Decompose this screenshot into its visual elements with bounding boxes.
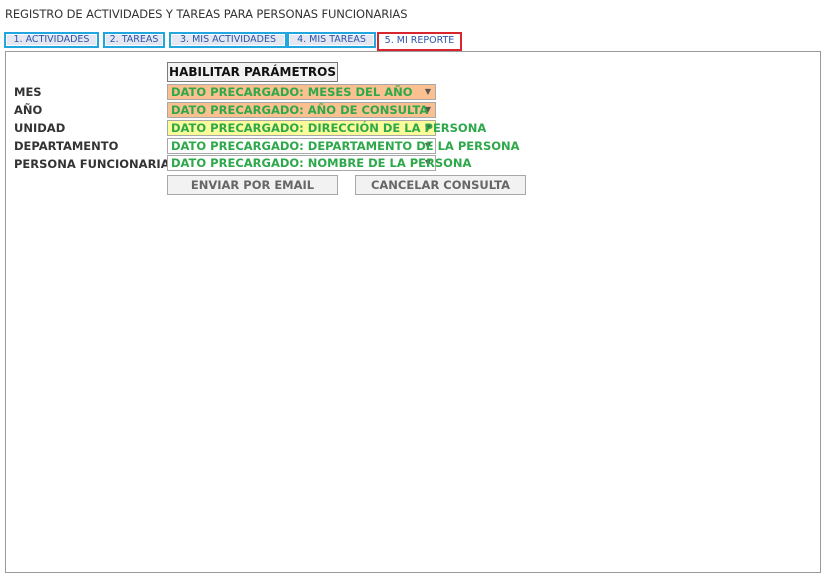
unidad-label: UNIDAD — [14, 121, 66, 135]
tab-mis-actividades[interactable]: 3. MIS ACTIVIDADES — [169, 32, 287, 48]
tab-mis-actividades-label: 3. MIS ACTIVIDADES — [172, 35, 284, 45]
page-title: REGISTRO DE ACTIVIDADES Y TAREAS PARA PE… — [5, 7, 408, 21]
departamento-label: DEPARTAMENTO — [14, 139, 119, 153]
tab-mis-tareas[interactable]: 4. MIS TAREAS — [287, 32, 376, 48]
tab-actividades-label: 1. ACTIVIDADES — [7, 35, 96, 45]
cancel-query-button[interactable]: CANCELAR CONSULTA — [355, 175, 526, 195]
departamento-select[interactable]: DATO PRECARGADO: DEPARTAMENTO DE LA PERS… — [167, 138, 520, 154]
persona-funcionaria-select[interactable]: DATO PRECARGADO: NOMBRE DE LA PERSONA ▼ — [167, 155, 471, 171]
mes-select-value: DATO PRECARGADO: MESES DEL AÑO — [171, 85, 413, 99]
departamento-select-value: DATO PRECARGADO: DEPARTAMENTO DE LA PERS… — [171, 139, 520, 153]
send-email-button[interactable]: ENVIAR POR EMAIL — [167, 175, 338, 195]
tab-tareas[interactable]: 2. TAREAS — [103, 32, 165, 48]
anio-select-value: DATO PRECARGADO: AÑO DE CONSULTA — [171, 103, 429, 117]
chevron-down-icon: ▼ — [424, 87, 431, 96]
unidad-select-value: DATO PRECARGADO: DIRECCIÓN DE LA PERSONA — [171, 121, 487, 135]
enable-parameters-button[interactable]: HABILITAR PARÁMETROS — [167, 62, 338, 82]
mes-label: MES — [14, 85, 42, 99]
persona-funcionaria-select-value: DATO PRECARGADO: NOMBRE DE LA PERSONA — [171, 156, 472, 170]
persona-funcionaria-label: PERSONA FUNCIONARIA — [14, 157, 170, 171]
anio-label: AÑO — [14, 103, 43, 117]
tab-actividades[interactable]: 1. ACTIVIDADES — [4, 32, 99, 48]
tab-mi-reporte-label: 5. MI REPORTE — [380, 35, 459, 48]
tab-tareas-label: 2. TAREAS — [106, 35, 162, 45]
anio-select[interactable]: DATO PRECARGADO: AÑO DE CONSULTA ▼ — [167, 102, 436, 118]
unidad-select[interactable]: DATO PRECARGADO: DIRECCIÓN DE LA PERSONA… — [167, 120, 486, 136]
tab-mis-tareas-label: 4. MIS TAREAS — [290, 35, 373, 45]
tab-mi-reporte[interactable]: 5. MI REPORTE — [377, 32, 462, 51]
mes-select[interactable]: DATO PRECARGADO: MESES DEL AÑO ▼ — [167, 84, 436, 100]
